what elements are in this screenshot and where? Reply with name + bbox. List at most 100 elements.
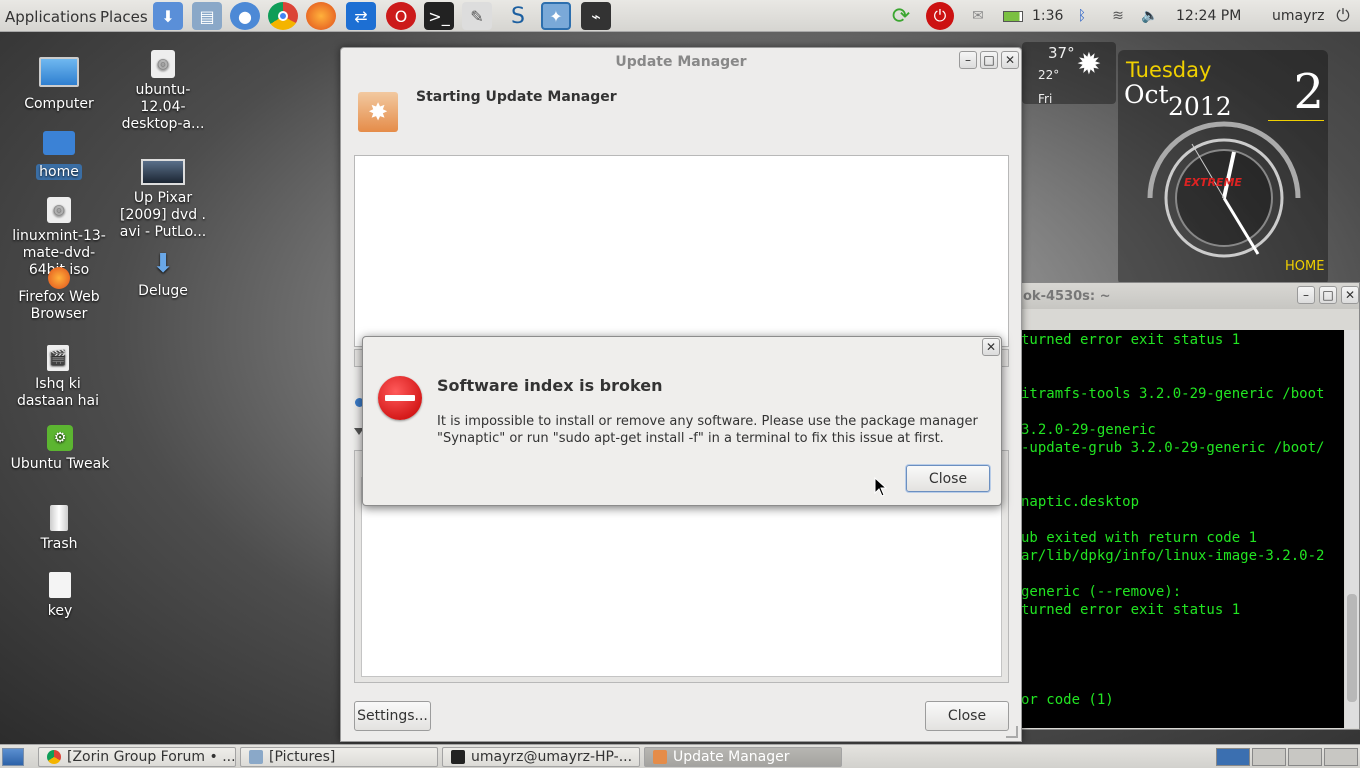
close-button[interactable]: ✕	[1341, 286, 1359, 304]
terminal-scrollbar[interactable]	[1345, 330, 1359, 728]
workspace-2[interactable]	[1252, 748, 1286, 766]
close-button[interactable]: ✕	[1001, 51, 1019, 69]
settings-button[interactable]: Settings...	[354, 701, 431, 731]
weather-high: 37°	[1048, 44, 1075, 62]
power-alert-icon[interactable]: ⏻	[926, 2, 954, 30]
terminal-line: generic (--remove):	[1021, 584, 1182, 600]
update-manager-icon	[653, 750, 667, 764]
chrome-icon[interactable]	[268, 2, 298, 30]
teamviewer-icon[interactable]: ⇄	[346, 2, 376, 30]
shutdown-icon[interactable]: ⏻	[1332, 6, 1354, 26]
dialog-title: Software index is broken	[437, 376, 663, 395]
text-file-icon	[38, 571, 82, 599]
terminal-icon[interactable]: >_	[424, 2, 454, 30]
disc-image-icon: ◎	[141, 50, 185, 78]
terminal-output[interactable]: turned error exit status 1 itramfs-tools…	[1019, 330, 1344, 728]
system-monitor-icon[interactable]: ⌁	[581, 2, 611, 30]
update-notifier-icon[interactable]: ⟳	[886, 4, 916, 29]
workspace-3[interactable]	[1288, 748, 1322, 766]
wifi-icon[interactable]: ≋	[1106, 6, 1130, 26]
clock-widget: Tuesday Oct 2012 2 EXTREME HOME	[1118, 50, 1328, 285]
window-title-bar[interactable]: Update Manager	[341, 48, 1021, 76]
opera-icon[interactable]: O	[386, 2, 416, 30]
task-update-manager[interactable]: Update Manager	[644, 747, 842, 767]
battery-icon[interactable]	[1002, 6, 1024, 26]
desktop-icon-ubuntu-tweak[interactable]: ⚙ Ubuntu Tweak	[10, 424, 110, 473]
dialog-close-icon[interactable]: ✕	[982, 338, 1000, 356]
top-panel: Applications Places ⬇ ▤ ● ⇄ O >_ ✎ S ✦ ⌁…	[0, 0, 1360, 32]
mouse-cursor-icon	[874, 477, 888, 497]
maximize-button[interactable]: □	[980, 51, 998, 69]
update-manager-icon: ✸	[358, 92, 398, 132]
desktop-icon-ubuntu-iso[interactable]: ◎ ubuntu-12.04-desktop-a...	[113, 50, 213, 133]
terminal-line: ub exited with return code 1	[1021, 530, 1258, 546]
error-dialog[interactable]: ✕ Software index is broken It is impossi…	[362, 336, 1002, 506]
weather-day: Fri	[1038, 92, 1053, 106]
task-label: umayrz@umayrz-HP-...	[471, 749, 633, 765]
firefox-icon[interactable]	[306, 2, 336, 30]
desktop-icon-label: key	[47, 603, 73, 619]
sun-icon: ✹	[1076, 47, 1102, 82]
workspace-1[interactable]	[1216, 748, 1250, 766]
resize-grip-icon[interactable]	[1006, 726, 1018, 738]
file-manager-icon[interactable]: ▤	[192, 2, 222, 30]
bottom-taskbar: [Zorin Group Forum • ... [Pictures] umay…	[0, 744, 1360, 768]
bluetooth-icon[interactable]: ᛒ	[1072, 6, 1092, 26]
trash-icon	[37, 504, 81, 532]
dialog-close-button[interactable]: Close	[906, 465, 990, 492]
desktop-icon-computer[interactable]: Computer	[9, 52, 109, 113]
weather-low: 22°	[1038, 68, 1060, 82]
error-icon	[378, 376, 422, 420]
volume-icon[interactable]: 🔈	[1138, 6, 1162, 26]
task-pictures[interactable]: [Pictures]	[240, 747, 438, 767]
terminal-line: turned error exit status 1	[1021, 602, 1241, 618]
download-icon[interactable]: ⬇	[153, 2, 183, 30]
minimize-button[interactable]: –	[959, 51, 977, 69]
task-terminal[interactable]: umayrz@umayrz-HP-...	[442, 747, 640, 767]
clock-year: 2012	[1168, 92, 1232, 121]
clock-location: HOME	[1285, 259, 1325, 274]
terminal-line: 3.2.0-29-generic	[1021, 422, 1156, 438]
text-editor-icon[interactable]: ✎	[462, 2, 492, 30]
clock-day: 2	[1268, 64, 1324, 121]
desktop-icon-label: Deluge	[138, 283, 188, 299]
details-list[interactable]	[361, 477, 1002, 677]
applications-menu[interactable]: Applications	[5, 8, 97, 26]
task-label: [Zorin Group Forum • ...	[67, 749, 236, 765]
window-title: Update Manager	[615, 54, 747, 70]
desktop-icon-trash[interactable]: Trash	[9, 504, 109, 553]
computer-icon	[37, 52, 81, 92]
dialog-message-line2: "Synaptic" or run "sudo apt-get install …	[437, 431, 944, 446]
workspace-4[interactable]	[1324, 748, 1358, 766]
scrollbar-thumb[interactable]	[1347, 594, 1357, 702]
terminal-window[interactable]: ok-4530s: ~ – □ ✕ turned error exit stat…	[1018, 282, 1360, 730]
screenshot-icon[interactable]: ✦	[541, 2, 571, 30]
close-window-button[interactable]: Close	[925, 701, 1009, 731]
show-desktop-button[interactable]	[2, 748, 24, 766]
desktop-icon-deluge[interactable]: ⬇ Deluge	[113, 249, 213, 300]
user-menu[interactable]: umayrz	[1272, 8, 1324, 24]
desktop-icon-label: home	[36, 164, 82, 180]
task-zorin-forum[interactable]: [Zorin Group Forum • ...	[38, 747, 236, 767]
video-file-icon: 🎬	[36, 344, 80, 372]
chrome-icon	[47, 750, 61, 764]
desktop-icon-key[interactable]: key	[10, 571, 110, 620]
desktop-icon-firefox[interactable]: Firefox Web Browser	[9, 267, 109, 323]
maximize-button[interactable]: □	[1319, 286, 1337, 304]
desktop-icon-video[interactable]: 🎬 Ishq ki dastaan hai	[8, 344, 108, 410]
mail-icon[interactable]: ✉	[966, 6, 990, 26]
minimize-button[interactable]: –	[1297, 286, 1315, 304]
desktop-icon-home[interactable]: home	[9, 128, 109, 181]
terminal-icon	[451, 750, 465, 764]
desktop-icon-label: Firefox Web Browser	[18, 289, 100, 322]
desktop-icon-up-pixar[interactable]: Up Pixar [2009] dvd . avi - PutLo...	[113, 158, 213, 241]
places-menu[interactable]: Places	[100, 8, 148, 26]
folder-icon	[249, 750, 263, 764]
chromium-icon[interactable]: ●	[230, 2, 260, 30]
video-thumbnail-icon	[141, 158, 185, 186]
terminal-line: or code (1)	[1021, 692, 1114, 708]
terminal-line: naptic.desktop	[1021, 494, 1140, 510]
workspace-switcher[interactable]	[1216, 748, 1358, 766]
panel-clock[interactable]: 12:24 PM	[1176, 8, 1241, 24]
zorin-icon[interactable]: S	[503, 2, 533, 30]
